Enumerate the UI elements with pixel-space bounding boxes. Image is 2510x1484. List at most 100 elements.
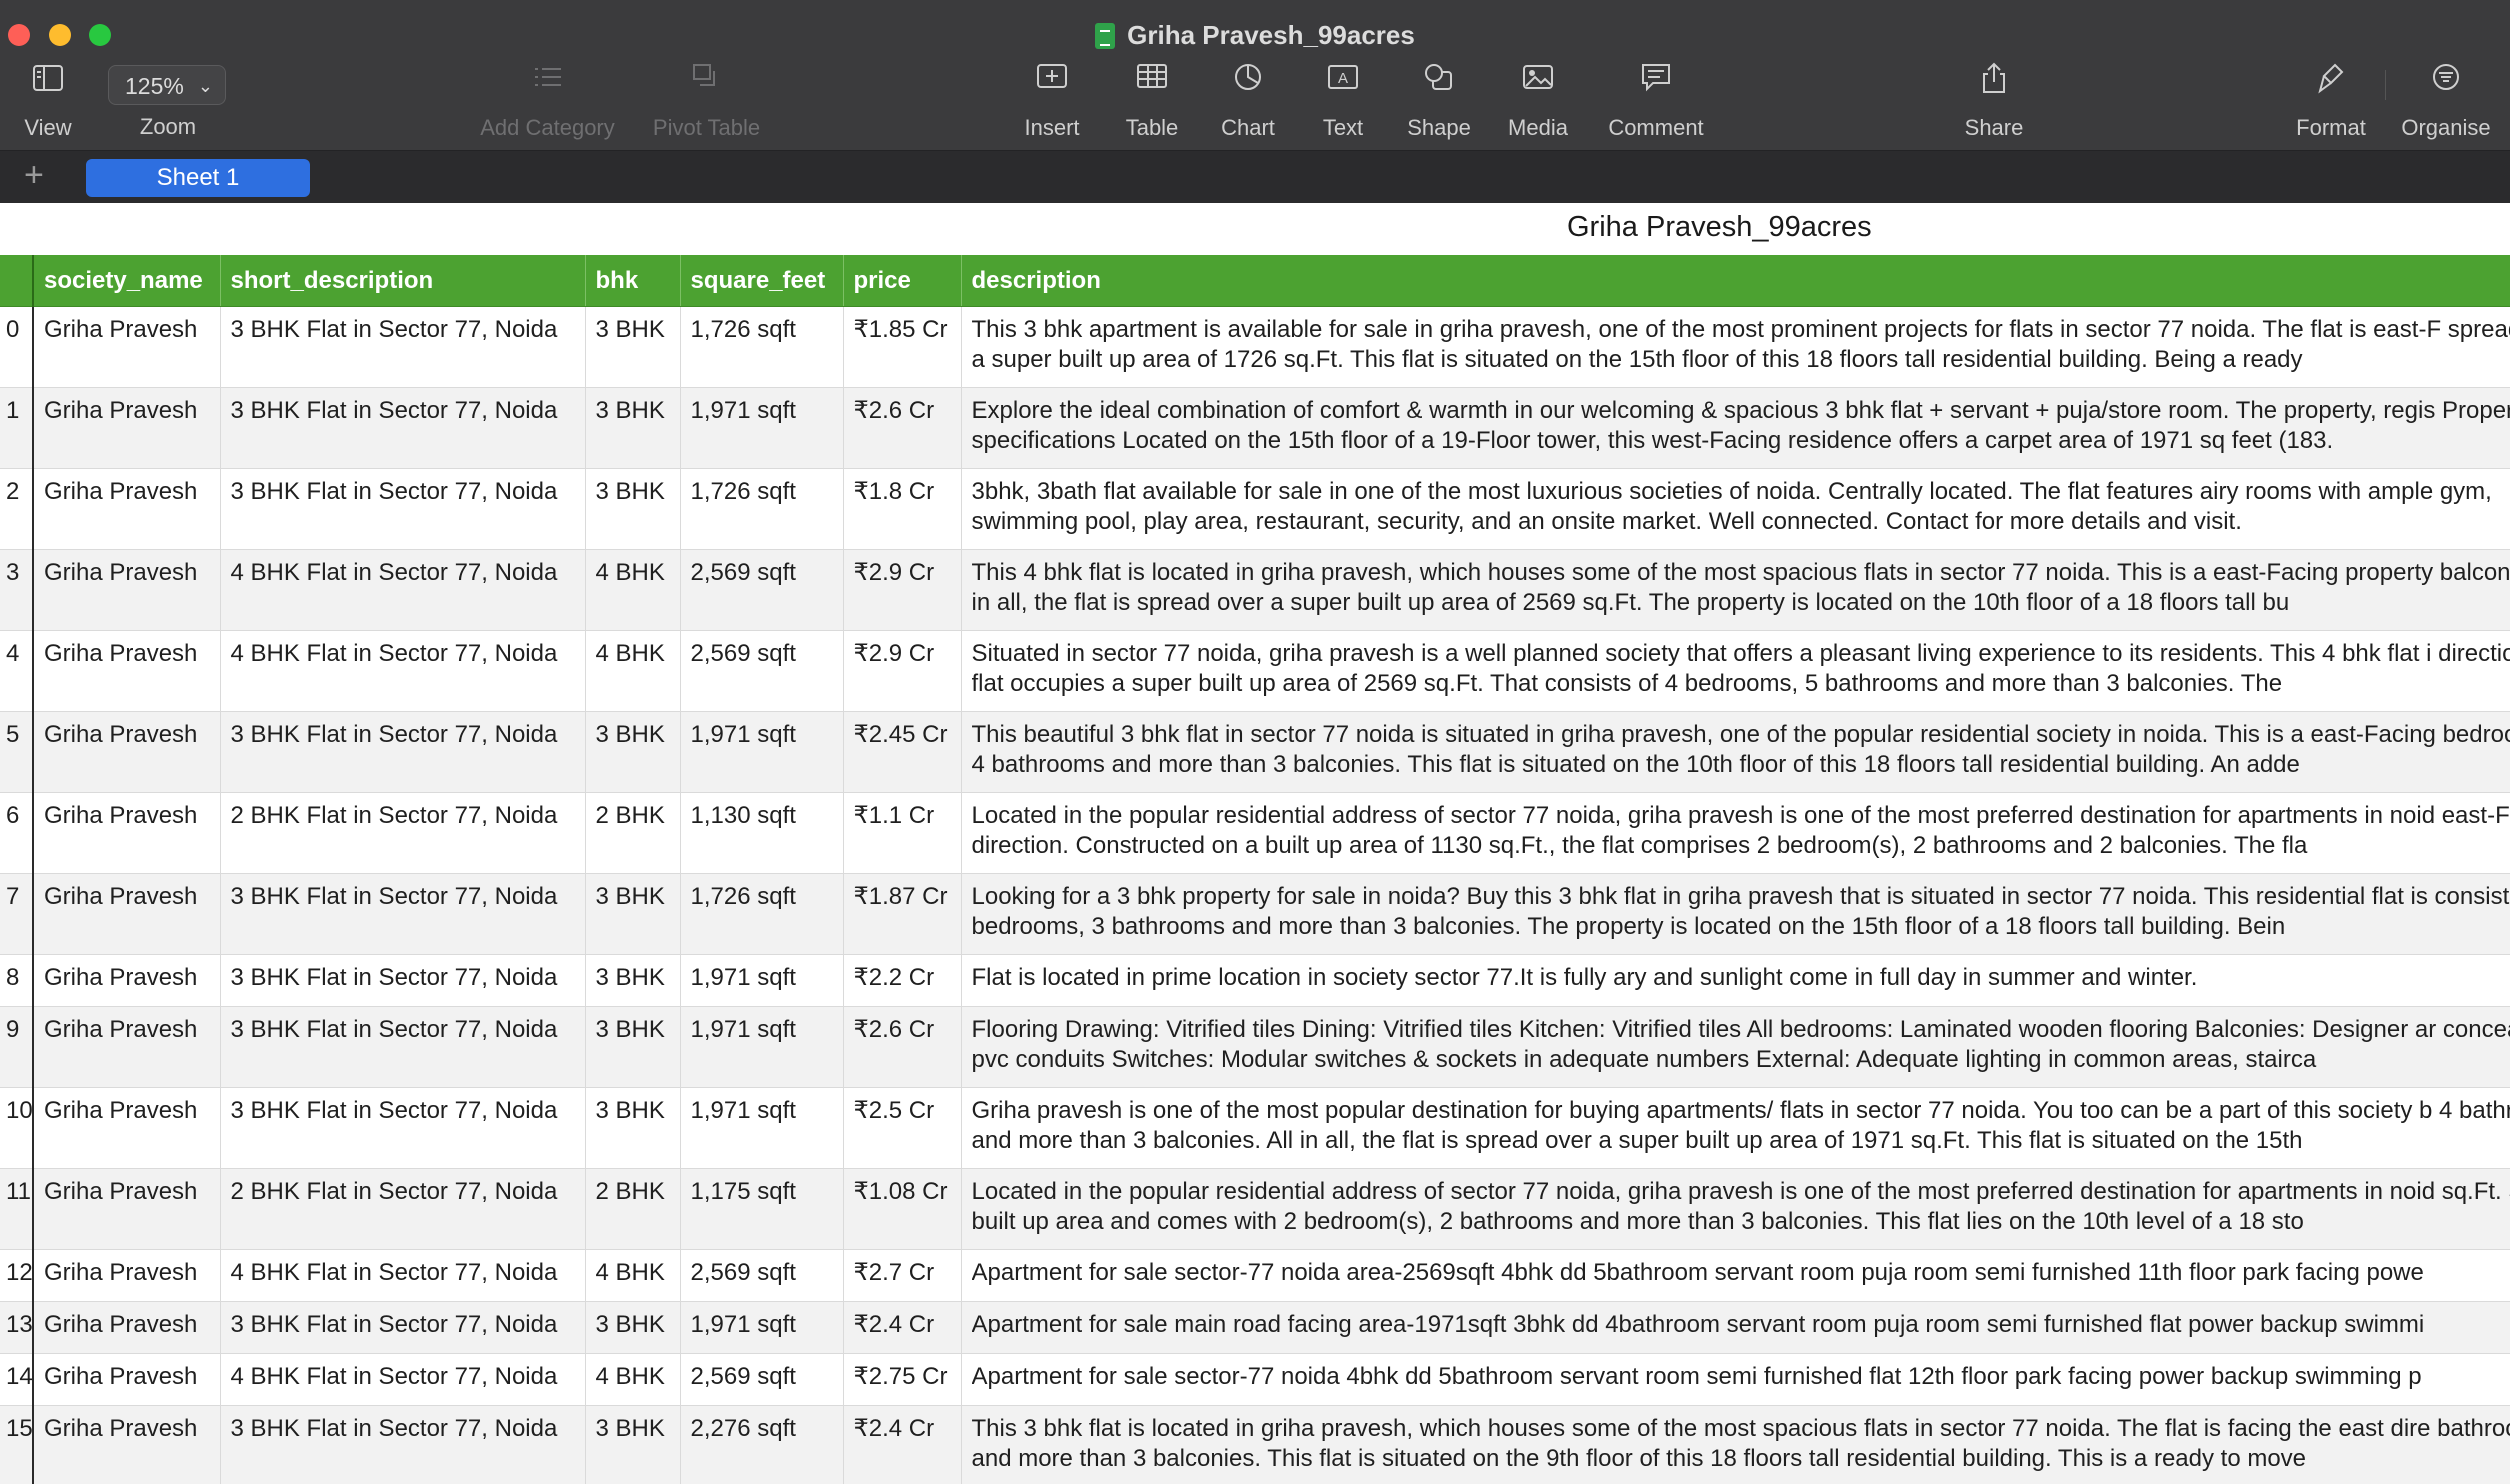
society-name-cell[interactable]: Griha Pravesh [33, 1249, 221, 1302]
bhk-cell[interactable]: 4 BHK [585, 1249, 681, 1302]
price-cell[interactable]: ₹2.9 Cr [843, 630, 962, 712]
row-index-cell[interactable]: 12 [0, 1249, 34, 1302]
price-cell[interactable]: ₹1.85 Cr [843, 306, 962, 388]
description-cell[interactable]: Apartment for sale sector-77 noida area-… [961, 1249, 2510, 1302]
chart-button[interactable]: Chart [1208, 62, 1288, 144]
row-index-cell[interactable]: 11 [0, 1168, 34, 1250]
short-description-cell[interactable]: 3 BHK Flat in Sector 77, Noida [220, 954, 586, 1007]
row-index-cell[interactable]: 1 [0, 387, 34, 469]
price-cell[interactable]: ₹2.5 Cr [843, 1087, 962, 1169]
comment-button[interactable]: Comment [1598, 62, 1714, 144]
society-name-cell[interactable]: Griha Pravesh [33, 1405, 221, 1484]
square-feet-cell[interactable]: 1,971 sqft [680, 954, 844, 1007]
row-index-cell[interactable]: 6 [0, 792, 34, 874]
row-index-cell[interactable]: 8 [0, 954, 34, 1007]
square-feet-cell[interactable]: 2,276 sqft [680, 1405, 844, 1484]
square-feet-cell[interactable]: 2,569 sqft [680, 1353, 844, 1406]
row-index-cell[interactable]: 4 [0, 630, 34, 712]
price-cell[interactable]: ₹1.87 Cr [843, 873, 962, 955]
row-index-cell[interactable]: 15 [0, 1405, 34, 1484]
row-index-cell[interactable]: 5 [0, 711, 34, 793]
bhk-cell[interactable]: 2 BHK [585, 1168, 681, 1250]
price-cell[interactable]: ₹2.45 Cr [843, 711, 962, 793]
column-header-index[interactable] [0, 255, 34, 307]
society-name-cell[interactable]: Griha Pravesh [33, 387, 221, 469]
short-description-cell[interactable]: 2 BHK Flat in Sector 77, Noida [220, 792, 586, 874]
description-cell[interactable]: Flooring Drawing: Vitrified tiles Dining… [961, 1006, 2510, 1088]
description-cell[interactable]: Griha pravesh is one of the most popular… [961, 1087, 2510, 1169]
bhk-cell[interactable]: 4 BHK [585, 549, 681, 631]
price-cell[interactable]: ₹1.08 Cr [843, 1168, 962, 1250]
bhk-cell[interactable]: 4 BHK [585, 1353, 681, 1406]
price-cell[interactable]: ₹2.7 Cr [843, 1249, 962, 1302]
description-cell[interactable]: This 3 bhk apartment is available for sa… [961, 306, 2510, 388]
price-cell[interactable]: ₹2.4 Cr [843, 1405, 962, 1484]
society-name-cell[interactable]: Griha Pravesh [33, 468, 221, 550]
column-header-society-name[interactable]: society_name [33, 255, 221, 307]
short-description-cell[interactable]: 4 BHK Flat in Sector 77, Noida [220, 1249, 586, 1302]
row-index-cell[interactable]: 10 [0, 1087, 34, 1169]
row-index-cell[interactable]: 9 [0, 1006, 34, 1088]
share-button[interactable]: Share [1954, 62, 2034, 144]
row-index-cell[interactable]: 3 [0, 549, 34, 631]
square-feet-cell[interactable]: 2,569 sqft [680, 630, 844, 712]
price-cell[interactable]: ₹1.1 Cr [843, 792, 962, 874]
tab-sheet-1[interactable]: Sheet 1 [86, 159, 310, 197]
row-index-cell[interactable]: 2 [0, 468, 34, 550]
column-header-short-description[interactable]: short_description [220, 255, 586, 307]
square-feet-cell[interactable]: 2,569 sqft [680, 549, 844, 631]
table-button[interactable]: Table [1112, 62, 1192, 144]
description-cell[interactable]: 3bhk, 3bath flat available for sale in o… [961, 468, 2510, 550]
format-button[interactable]: Format [2290, 62, 2372, 144]
text-button[interactable]: A Text [1303, 62, 1383, 144]
bhk-cell[interactable]: 3 BHK [585, 1006, 681, 1088]
society-name-cell[interactable]: Griha Pravesh [33, 954, 221, 1007]
description-cell[interactable]: Situated in sector 77 noida, griha prave… [961, 630, 2510, 712]
short-description-cell[interactable]: 3 BHK Flat in Sector 77, Noida [220, 1405, 586, 1484]
bhk-cell[interactable]: 3 BHK [585, 1301, 681, 1354]
price-cell[interactable]: ₹2.9 Cr [843, 549, 962, 631]
short-description-cell[interactable]: 3 BHK Flat in Sector 77, Noida [220, 1006, 586, 1088]
society-name-cell[interactable]: Griha Pravesh [33, 549, 221, 631]
description-cell[interactable]: This 4 bhk flat is located in griha prav… [961, 549, 2510, 631]
view-button[interactable]: View [18, 62, 78, 144]
society-name-cell[interactable]: Griha Pravesh [33, 873, 221, 955]
bhk-cell[interactable]: 3 BHK [585, 387, 681, 469]
bhk-cell[interactable]: 3 BHK [585, 954, 681, 1007]
square-feet-cell[interactable]: 1,130 sqft [680, 792, 844, 874]
row-index-cell[interactable]: 7 [0, 873, 34, 955]
square-feet-cell[interactable]: 1,971 sqft [680, 711, 844, 793]
add-sheet-button[interactable]: + [24, 157, 44, 193]
square-feet-cell[interactable]: 1,726 sqft [680, 306, 844, 388]
zoom-select[interactable]: 125% ⌄ [108, 65, 226, 105]
bhk-cell[interactable]: 3 BHK [585, 1405, 681, 1484]
description-cell[interactable]: Flat is located in prime location in soc… [961, 954, 2510, 1007]
price-cell[interactable]: ₹2.6 Cr [843, 1006, 962, 1088]
table-title[interactable]: Griha Pravesh_99acres [1567, 207, 1877, 247]
short-description-cell[interactable]: 3 BHK Flat in Sector 77, Noida [220, 711, 586, 793]
short-description-cell[interactable]: 3 BHK Flat in Sector 77, Noida [220, 306, 586, 388]
society-name-cell[interactable]: Griha Pravesh [33, 1301, 221, 1354]
description-cell[interactable]: Apartment for sale main road facing area… [961, 1301, 2510, 1354]
description-cell[interactable]: Looking for a 3 bhk property for sale in… [961, 873, 2510, 955]
short-description-cell[interactable]: 3 BHK Flat in Sector 77, Noida [220, 1087, 586, 1169]
square-feet-cell[interactable]: 1,726 sqft [680, 873, 844, 955]
society-name-cell[interactable]: Griha Pravesh [33, 1353, 221, 1406]
bhk-cell[interactable]: 3 BHK [585, 468, 681, 550]
row-index-cell[interactable]: 13 [0, 1301, 34, 1354]
description-cell[interactable]: Explore the ideal combination of comfort… [961, 387, 2510, 469]
society-name-cell[interactable]: Griha Pravesh [33, 711, 221, 793]
organise-button[interactable]: Organise [2396, 62, 2496, 144]
pivot-table-button[interactable]: Pivot Table [644, 62, 769, 144]
square-feet-cell[interactable]: 1,175 sqft [680, 1168, 844, 1250]
price-cell[interactable]: ₹2.4 Cr [843, 1301, 962, 1354]
square-feet-cell[interactable]: 1,971 sqft [680, 1301, 844, 1354]
bhk-cell[interactable]: 3 BHK [585, 1087, 681, 1169]
column-header-bhk[interactable]: bhk [585, 255, 681, 307]
add-category-button[interactable]: Add Category [470, 62, 625, 144]
insert-button[interactable]: Insert [1012, 62, 1092, 144]
bhk-cell[interactable]: 3 BHK [585, 873, 681, 955]
short-description-cell[interactable]: 2 BHK Flat in Sector 77, Noida [220, 1168, 586, 1250]
society-name-cell[interactable]: Griha Pravesh [33, 1168, 221, 1250]
bhk-cell[interactable]: 3 BHK [585, 306, 681, 388]
